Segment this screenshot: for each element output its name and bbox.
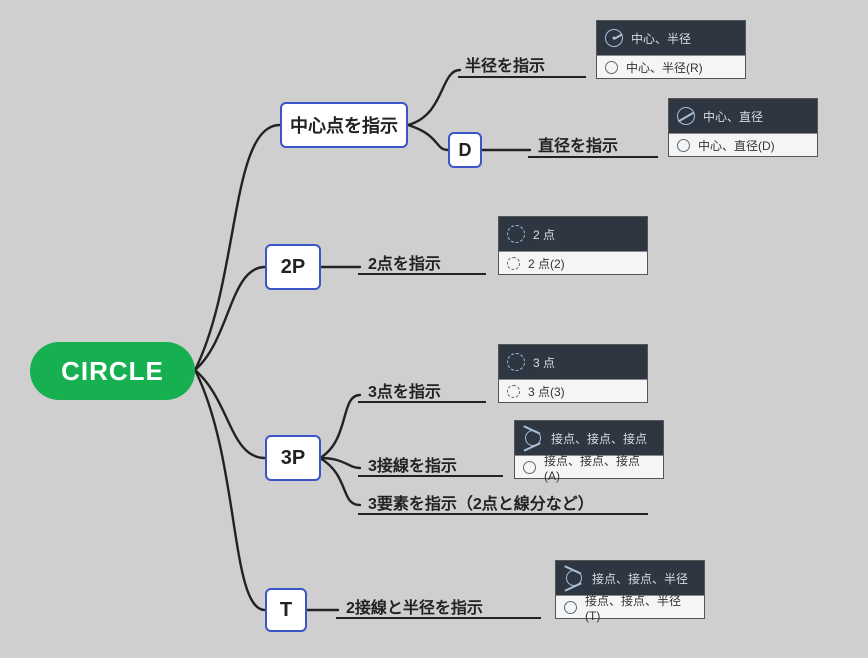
- underline-2p: [358, 273, 486, 275]
- ui-light-row: 中心、直径(D): [669, 133, 817, 156]
- ui-preview-tan-tan-tan: 接点、接点、接点 接点、接点、接点(A): [514, 420, 664, 479]
- ui-dark-row: 2 点: [499, 217, 647, 251]
- node-key-d: D: [448, 132, 482, 168]
- root-node-circle: CIRCLE: [30, 342, 195, 400]
- ui-preview-center-diameter: 中心、直径 中心、直径(D): [668, 98, 818, 157]
- circle-radius-icon: [605, 61, 618, 74]
- ui-dark-label: 中心、半径: [631, 30, 691, 47]
- circle-ttt-icon: [523, 429, 543, 447]
- circle-ttt-icon: [523, 461, 536, 474]
- ui-dark-row: 中心、半径: [597, 21, 745, 55]
- label-specify-2points: 2点を指示: [368, 250, 441, 274]
- ui-preview-tan-tan-radius: 接点、接点、半径 接点、接点、半径(T): [555, 560, 705, 619]
- underline-radius: [458, 76, 586, 78]
- ui-light-label: 接点、接点、接点(A): [544, 452, 655, 483]
- node-center-point: 中心点を指示: [280, 102, 408, 148]
- ui-dark-label: 接点、接点、接点: [551, 430, 647, 447]
- ui-light-row: 接点、接点、半径(T): [556, 595, 704, 618]
- ui-light-label: 中心、半径(R): [626, 59, 703, 76]
- circle-diameter-icon: [677, 139, 690, 152]
- ui-dark-label: 中心、直径: [703, 108, 763, 125]
- circle-2point-icon: [507, 225, 525, 243]
- circle-2point-icon: [507, 257, 520, 270]
- ui-preview-2point: 2 点 2 点(2): [498, 216, 648, 275]
- label-specify-3tangents: 3接線を指示: [368, 452, 457, 476]
- ui-dark-label: 3 点: [533, 354, 555, 371]
- label-specify-3points: 3点を指示: [368, 378, 441, 402]
- ui-light-row: 接点、接点、接点(A): [515, 455, 663, 478]
- node-key-3p: 3P: [265, 435, 321, 481]
- label-specify-3elements: 3要素を指示（2点と線分など）: [368, 490, 594, 514]
- underline-diameter: [528, 156, 658, 158]
- ui-dark-row: 接点、接点、半径: [556, 561, 704, 595]
- node-key-2p: 2P: [265, 244, 321, 290]
- circle-3point-icon: [507, 385, 520, 398]
- node-key-t: T: [265, 588, 307, 632]
- ui-light-label: 3 点(3): [528, 383, 565, 400]
- ui-light-label: 中心、直径(D): [698, 137, 775, 154]
- ui-dark-label: 接点、接点、半径: [592, 570, 688, 587]
- ui-light-row: 2 点(2): [499, 251, 647, 274]
- circle-ttr-icon: [564, 569, 584, 587]
- ui-dark-row: 接点、接点、接点: [515, 421, 663, 455]
- ui-preview-3point: 3 点 3 点(3): [498, 344, 648, 403]
- ui-dark-row: 3 点: [499, 345, 647, 379]
- underline-t: [336, 617, 541, 619]
- circle-radius-icon: [605, 29, 623, 47]
- diagram-stage: CIRCLE 中心点を指示 半径を指示 D 直径を指示 中心、半径 中心、半径(…: [0, 0, 868, 658]
- label-specify-2tan-radius: 2接線と半径を指示: [346, 594, 483, 618]
- underline-3tangents: [358, 475, 503, 477]
- ui-light-row: 中心、半径(R): [597, 55, 745, 78]
- ui-light-label: 2 点(2): [528, 255, 565, 272]
- ui-light-label: 接点、接点、半径(T): [585, 592, 696, 623]
- label-specify-radius: 半径を指示: [465, 52, 545, 76]
- ui-preview-center-radius: 中心、半径 中心、半径(R): [596, 20, 746, 79]
- ui-dark-label: 2 点: [533, 226, 555, 243]
- ui-dark-row: 中心、直径: [669, 99, 817, 133]
- underline-3points: [358, 401, 486, 403]
- underline-3elements: [358, 513, 648, 515]
- ui-light-row: 3 点(3): [499, 379, 647, 402]
- circle-diameter-icon: [677, 107, 695, 125]
- circle-3point-icon: [507, 353, 525, 371]
- circle-ttr-icon: [564, 601, 577, 614]
- label-specify-diameter: 直径を指示: [538, 132, 618, 156]
